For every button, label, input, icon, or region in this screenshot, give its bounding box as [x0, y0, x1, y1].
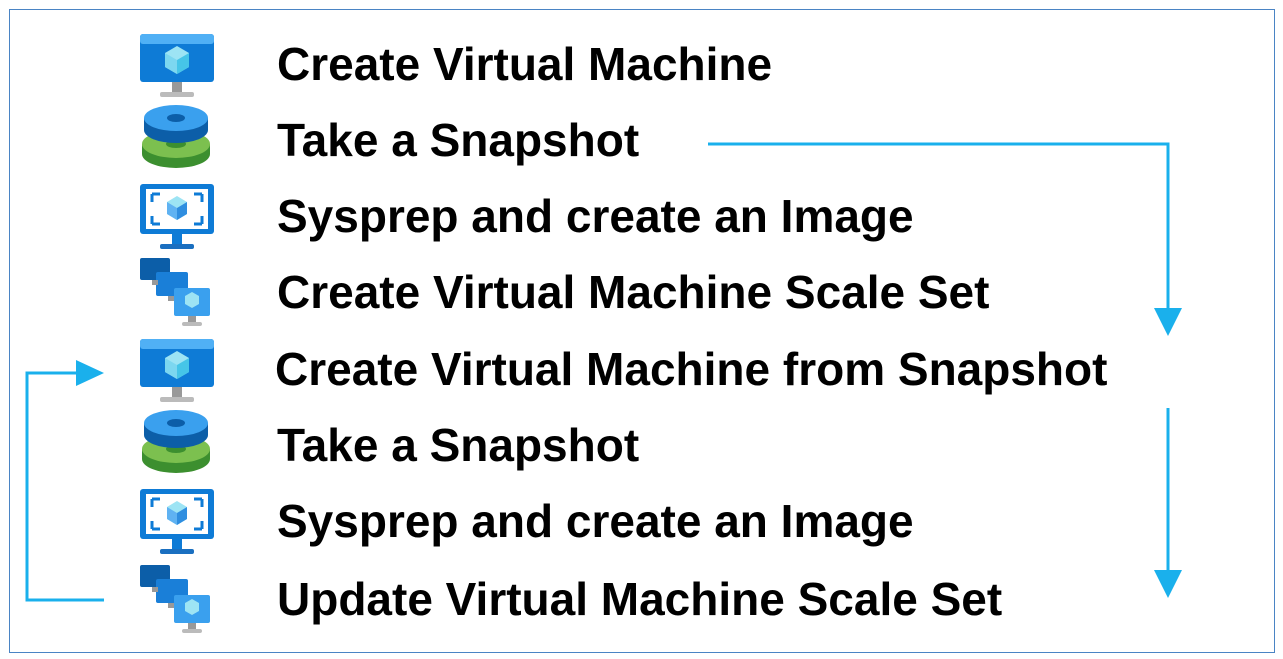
step-label: Take a Snapshot — [277, 114, 640, 166]
step-7: Sysprep and create an Image — [0, 483, 1283, 559]
vm-scale-set-icon — [138, 254, 218, 330]
snapshot-disk-icon — [138, 102, 218, 178]
step-2: Take a Snapshot — [0, 102, 1283, 178]
snapshot-disk-icon — [138, 407, 218, 483]
step-label: Create Virtual Machine from Snapshot — [275, 343, 1108, 395]
virtual-machine-icon — [138, 331, 218, 407]
step-6: Take a Snapshot — [0, 407, 1283, 483]
vm-scale-set-icon — [138, 561, 218, 637]
step-label: Sysprep and create an Image — [277, 495, 914, 547]
step-label: Update Virtual Machine Scale Set — [277, 573, 1003, 625]
step-1: Create Virtual Machine — [0, 26, 1283, 102]
step-8: Update Virtual Machine Scale Set — [0, 561, 1283, 637]
step-label: Create Virtual Machine Scale Set — [277, 266, 990, 318]
step-label: Take a Snapshot — [277, 419, 640, 471]
step-4: Create Virtual Machine Scale Set — [0, 254, 1283, 330]
vm-image-icon — [138, 483, 218, 559]
step-5: Create Virtual Machine from Snapshot — [0, 331, 1283, 407]
step-label: Sysprep and create an Image — [277, 190, 914, 242]
vm-image-icon — [138, 178, 218, 254]
step-3: Sysprep and create an Image — [0, 178, 1283, 254]
step-label: Create Virtual Machine — [277, 38, 773, 90]
virtual-machine-icon — [138, 26, 218, 102]
